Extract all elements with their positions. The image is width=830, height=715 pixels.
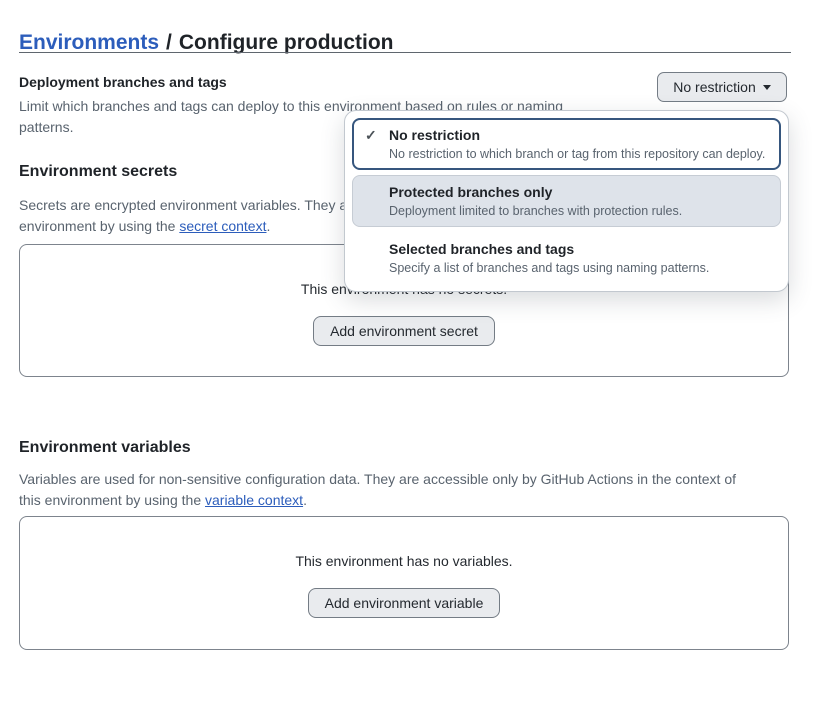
dropdown-option-title: No restriction xyxy=(389,126,768,144)
deployment-section-heading: Deployment branches and tags xyxy=(19,73,227,91)
dropdown-option-protected-branches[interactable]: Protected branches only Deployment limit… xyxy=(352,175,781,227)
secret-context-link[interactable]: secret context xyxy=(179,218,266,234)
breadcrumb-environments-link[interactable]: Environments xyxy=(19,31,159,54)
variables-section-description: Variables are used for non-sensitive con… xyxy=(19,469,736,511)
dropdown-option-description: Specify a list of branches and tags usin… xyxy=(389,260,768,276)
check-icon: ✓ xyxy=(365,127,377,144)
dropdown-option-title: Protected branches only xyxy=(389,183,768,201)
dropdown-option-description: Deployment limited to branches with prot… xyxy=(389,203,768,219)
dropdown-option-title: Selected branches and tags xyxy=(389,240,768,258)
variable-context-link[interactable]: variable context xyxy=(205,492,303,508)
branch-restriction-dropdown-menu: ✓ No restriction No restriction to which… xyxy=(344,110,789,292)
dropdown-button-label: No restriction xyxy=(673,79,755,95)
header-divider xyxy=(19,52,791,53)
dropdown-option-description: No restriction to which branch or tag fr… xyxy=(389,146,768,162)
variables-section-heading: Environment variables xyxy=(19,438,191,458)
add-environment-secret-button[interactable]: Add environment secret xyxy=(313,316,495,346)
variables-empty-text: This environment has no variables. xyxy=(20,553,788,570)
add-environment-variable-button[interactable]: Add environment variable xyxy=(308,588,501,618)
variables-description-line1: Variables are used for non-sensitive con… xyxy=(19,469,736,490)
variables-empty-box: This environment has no variables. Add e… xyxy=(19,516,789,650)
breadcrumb-separator: / xyxy=(166,31,172,54)
dropdown-option-no-restriction[interactable]: ✓ No restriction No restriction to which… xyxy=(352,118,781,170)
variables-description-line2: this environment by using the variable c… xyxy=(19,490,736,511)
secrets-section-heading: Environment secrets xyxy=(19,162,177,182)
page-title-text: Configure production xyxy=(179,31,394,54)
branch-restriction-dropdown-button[interactable]: No restriction xyxy=(657,72,787,102)
dropdown-option-selected-branches[interactable]: Selected branches and tags Specify a lis… xyxy=(352,232,781,284)
caret-down-icon xyxy=(763,85,771,90)
